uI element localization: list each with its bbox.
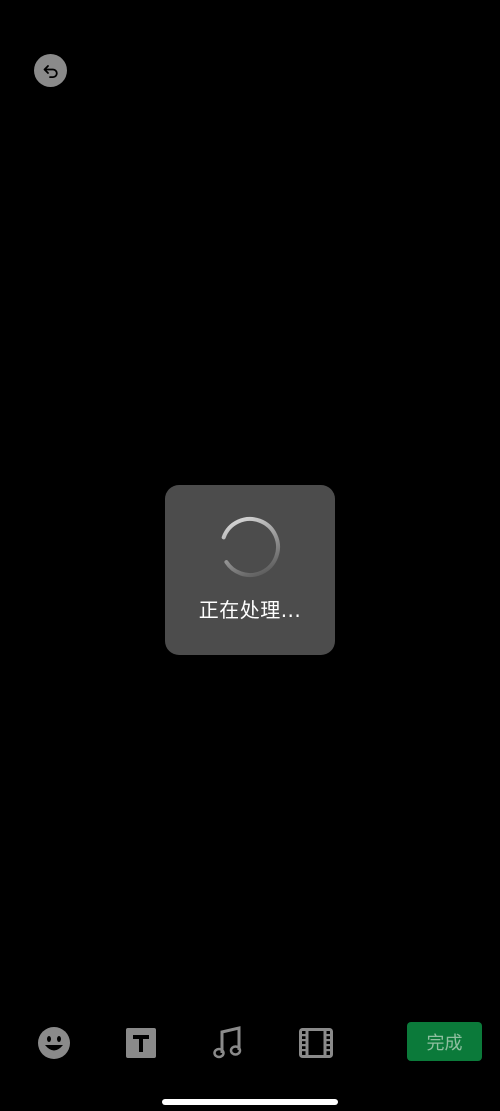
emoji-tool-button[interactable] xyxy=(35,1024,73,1062)
clip-tool-button[interactable] xyxy=(297,1024,335,1062)
text-icon xyxy=(126,1028,156,1058)
music-icon xyxy=(213,1026,242,1059)
text-tool-button[interactable] xyxy=(122,1024,160,1062)
undo-arrow-icon xyxy=(43,64,58,78)
done-button[interactable]: 完成 xyxy=(407,1022,482,1061)
back-button[interactable] xyxy=(34,54,67,87)
music-tool-button[interactable] xyxy=(209,1024,247,1062)
home-indicator xyxy=(162,1099,338,1105)
loading-text: 正在处理... xyxy=(198,598,302,622)
film-clip-icon xyxy=(299,1028,333,1058)
emoji-icon xyxy=(38,1027,70,1059)
video-editor-screen: 正在处理... 完成 xyxy=(0,0,500,1111)
loading-toast: 正在处理... xyxy=(165,485,335,655)
spinner-icon xyxy=(219,517,280,577)
